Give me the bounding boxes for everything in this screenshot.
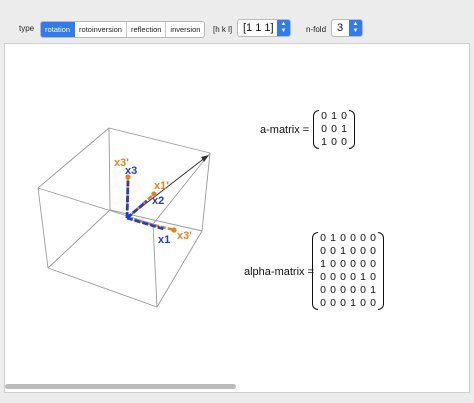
box-edge [109, 209, 203, 232]
axis-label: x1 [158, 234, 170, 246]
nfold-label: n-fold [306, 25, 327, 34]
axis-x1 [126, 216, 165, 231]
chevron-updown-icon: ▲ ▼ [277, 20, 290, 36]
box-edge [47, 209, 111, 269]
hkl-value: [1 1 1] [243, 22, 274, 34]
type-option-rotoinversion[interactable]: rotoinversion [75, 22, 127, 37]
nfold-value: 3 [337, 22, 344, 34]
matrix-row: 100 [321, 136, 347, 148]
type-option-reflection[interactable]: reflection [127, 22, 167, 37]
box-edge [108, 127, 211, 154]
box-edge [152, 223, 158, 308]
nfold-select[interactable]: 3 ▲ ▼ [331, 19, 363, 37]
matrix-row: 100000 [320, 258, 376, 270]
rotated-axis-x2p-tip [171, 227, 177, 233]
chevron-updown-icon: ▲ ▼ [349, 20, 362, 36]
matrix-row: 000100 [320, 297, 376, 309]
matrix-row: 000001 [320, 284, 376, 296]
alpha-matrix: 010000 001000 100000 000010 000001 00010… [312, 232, 384, 310]
alpha-matrix-label: alpha-matrix = [244, 266, 315, 278]
axis-label: x1' [154, 180, 169, 192]
matrix-row: 001 [321, 123, 347, 135]
box-edge [47, 267, 158, 308]
axis-label: x3' [177, 230, 192, 242]
type-label: type [19, 24, 35, 33]
output-panel: x3 x3' x1' x2 x1 x3' a-matrix = 010 001 … [4, 43, 470, 393]
type-segmented-control: rotation rotoinversion reflection invers… [40, 21, 206, 38]
axis-label: x2 [152, 195, 164, 207]
a-matrix: 010 001 100 [313, 110, 355, 149]
axis-label: x3' [114, 157, 129, 169]
matrix-row: 010000 [320, 232, 376, 244]
box-edge [108, 127, 111, 211]
box-edge [37, 187, 154, 225]
app-window: type rotation rotoinversion reflection i… [0, 0, 474, 403]
hkl-label: [h k l] [213, 25, 233, 34]
matrix-row: 010 [321, 110, 347, 122]
horizontal-scrollbar[interactable] [5, 384, 236, 389]
matrix-row: 001000 [320, 245, 376, 257]
control-bar: type rotation rotoinversion reflection i… [0, 0, 474, 42]
type-option-inversion[interactable]: inversion [166, 22, 204, 37]
a-matrix-label: a-matrix = [260, 124, 310, 136]
rotation-axis-arrowhead [201, 155, 209, 162]
matrix-row: 000010 [320, 271, 376, 283]
box-edge [37, 127, 110, 189]
box-edge [201, 152, 211, 232]
box-edge [37, 187, 49, 269]
hkl-select[interactable]: [1 1 1] ▲ ▼ [237, 19, 291, 37]
3d-plot[interactable]: x3 x3' x1' x2 x1 x3' [30, 119, 260, 309]
type-option-rotation[interactable]: rotation [41, 22, 76, 37]
